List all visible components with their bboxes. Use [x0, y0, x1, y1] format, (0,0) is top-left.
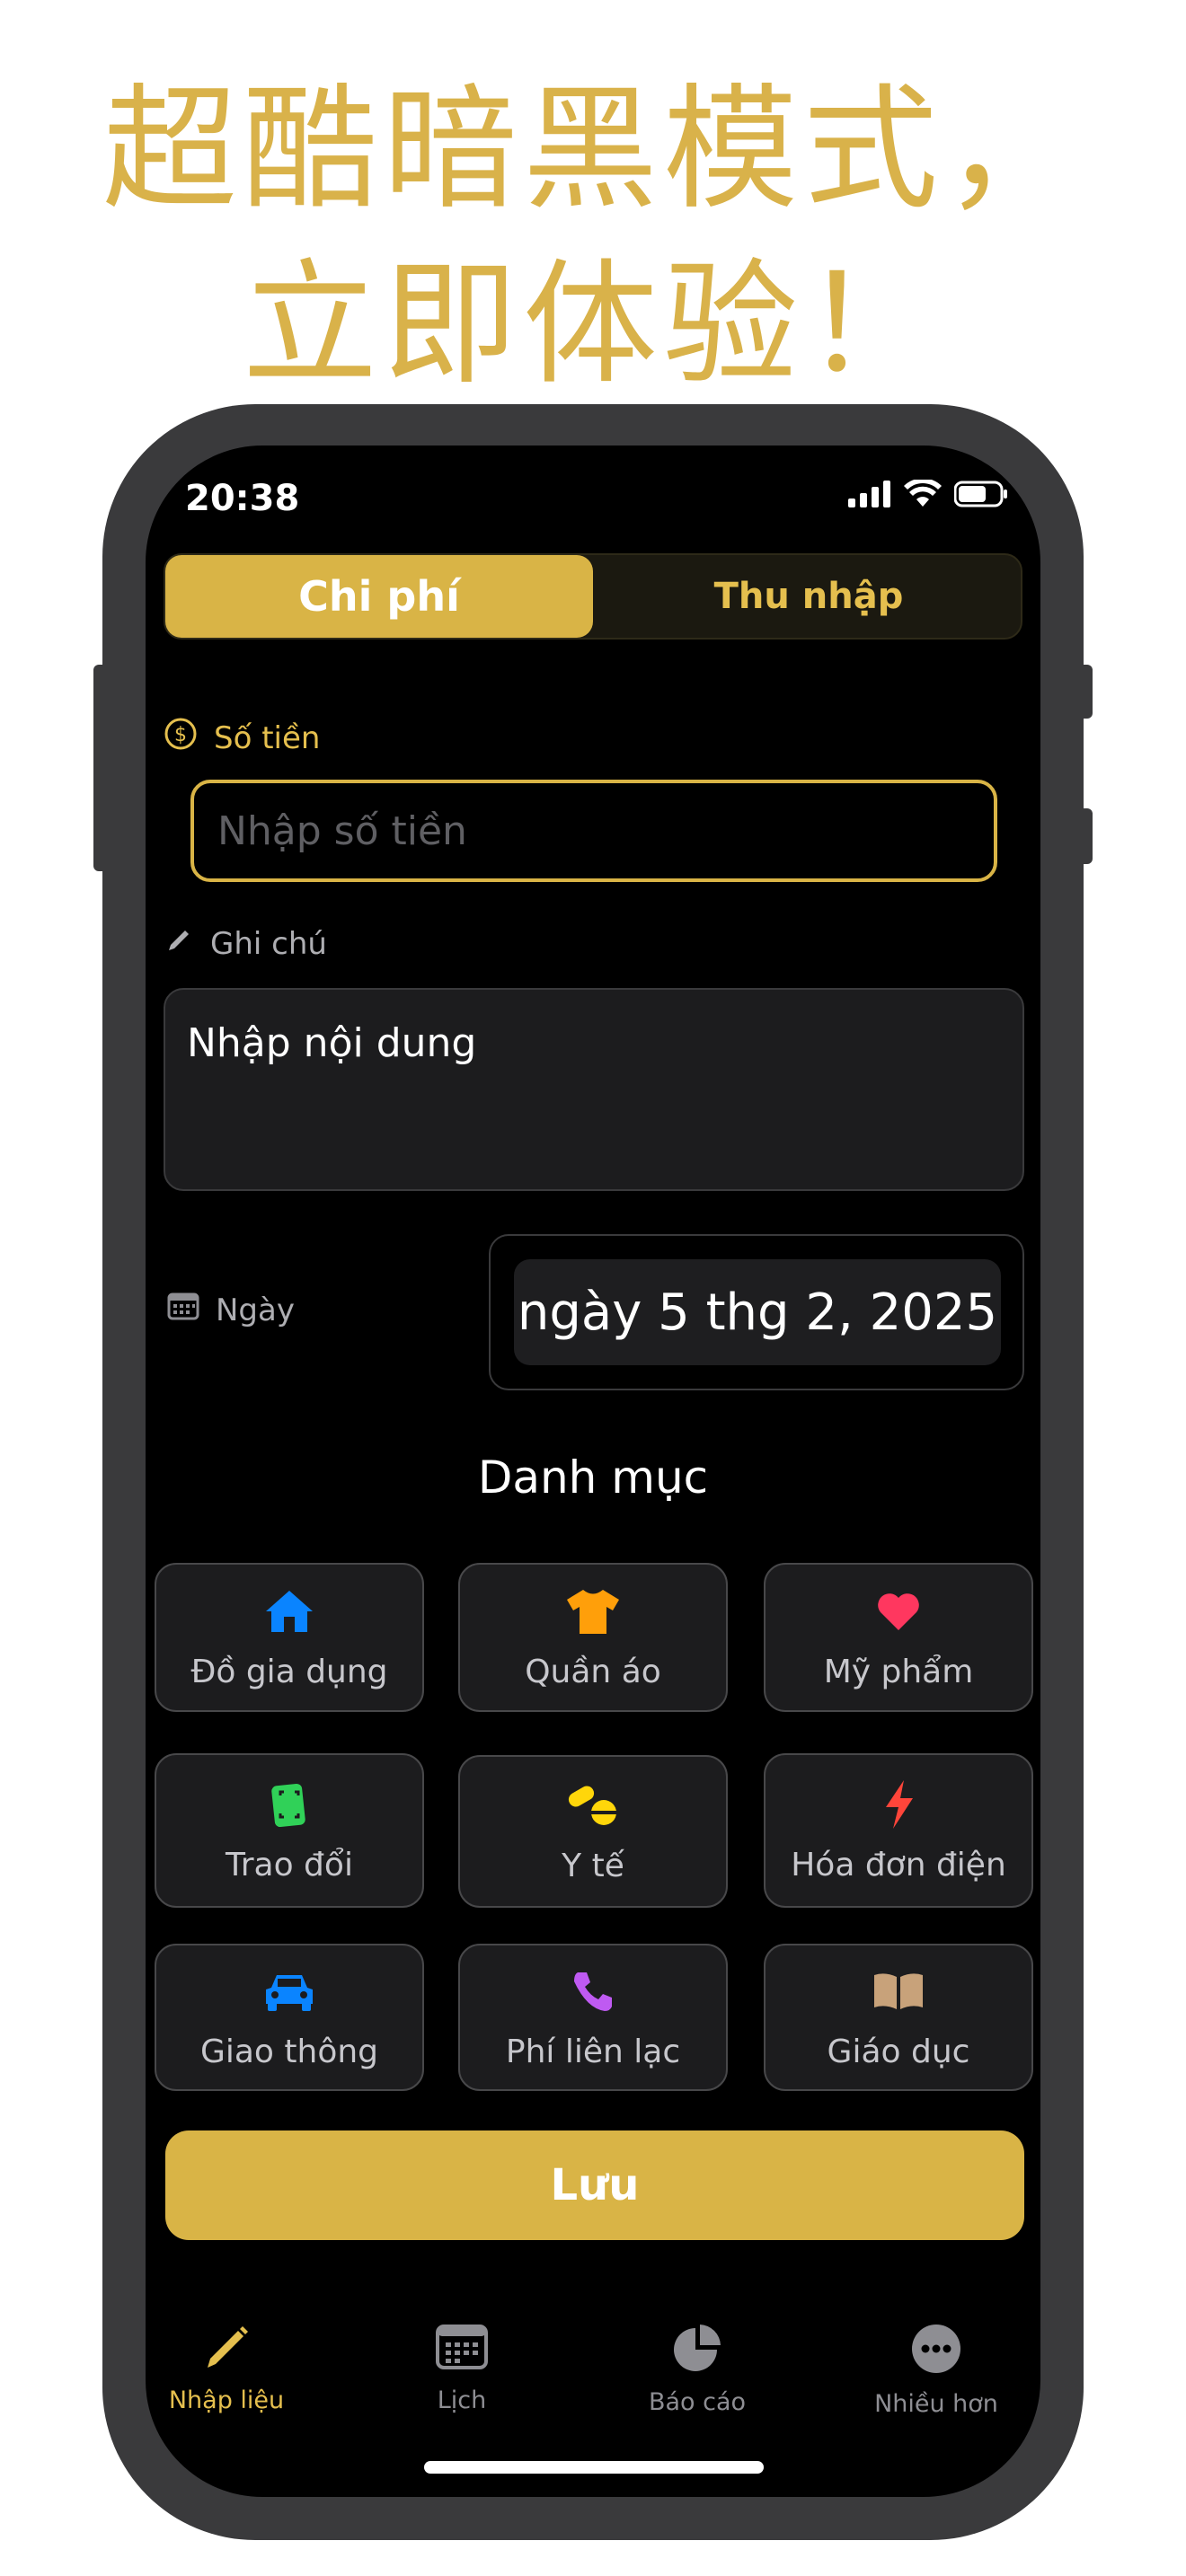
tab-expense[interactable]: Chi phí — [165, 555, 593, 638]
tab-label: Lịch — [437, 2386, 487, 2414]
category-cosmetics[interactable]: Mỹ phẩm — [764, 1563, 1033, 1712]
category-clothes[interactable]: Quần áo — [458, 1563, 728, 1712]
headline-line-1: 超酷暗黑模式， — [102, 72, 1084, 228]
signal-icon — [848, 481, 891, 511]
category-electric-bill[interactable]: Hóa đơn điện — [764, 1753, 1033, 1908]
category-communication[interactable]: Phí liên lạc — [458, 1944, 728, 2091]
date-picker-container: ngày 5 thg 2, 2025 — [489, 1234, 1024, 1390]
category-label: Hóa đơn điện — [791, 1846, 1006, 1883]
categories-title: Danh mục — [477, 1451, 709, 1504]
category-label: Đồ gia dụng — [190, 1653, 388, 1690]
tab-more[interactable]: Nhiều hơn — [855, 2323, 1017, 2418]
category-label: Mỹ phẩm — [823, 1653, 974, 1690]
bolt-icon — [881, 1778, 916, 1831]
category-label: Y tế — [562, 1847, 624, 1884]
note-label: Ghi chú — [210, 925, 327, 962]
tab-label: Báo cáo — [648, 2388, 747, 2416]
more-icon — [910, 2323, 962, 2381]
exchange-icon — [270, 1778, 309, 1831]
book-icon — [872, 1965, 925, 2017]
category-label: Giao thông — [199, 2033, 379, 2070]
type-segmented-control: Chi phí Thu nhập — [164, 553, 1022, 640]
amount-input[interactable]: Nhập số tiền — [190, 780, 997, 882]
house-icon — [263, 1585, 315, 1637]
calendar-icon — [436, 2323, 488, 2378]
heart-icon — [876, 1585, 921, 1637]
category-label: Phí liên lạc — [505, 2033, 681, 2070]
pencil-icon — [202, 2323, 251, 2378]
save-button[interactable]: Lưu — [165, 2130, 1024, 2240]
amount-label: Số tiền — [214, 719, 321, 756]
category-transport[interactable]: Giao thông — [155, 1944, 424, 2091]
status-icons — [848, 478, 1008, 512]
category-label: Trao đổi — [226, 1846, 353, 1883]
headline-line-2: 立即体验！ — [242, 247, 943, 403]
pills-icon — [566, 1779, 620, 1831]
note-input[interactable]: Nhập nội dung — [164, 988, 1024, 1191]
status-time: 20:38 — [185, 478, 300, 519]
category-exchange[interactable]: Trao đổi — [155, 1753, 424, 1908]
category-label: Giáo dục — [827, 2033, 970, 2070]
category-label: Quần áo — [525, 1653, 661, 1690]
date-label: Ngày — [216, 1292, 295, 1328]
pie-chart-icon — [672, 2323, 722, 2379]
category-household[interactable]: Đồ gia dụng — [155, 1563, 424, 1712]
note-label-row: Ghi chú — [165, 925, 327, 962]
tab-data-entry[interactable]: Nhập liệu — [146, 2323, 307, 2414]
dollar-circle-icon: $ — [164, 717, 198, 759]
car-icon — [262, 1965, 316, 2017]
tab-label: Nhiều hơn — [874, 2390, 998, 2418]
amount-label-row: $ Số tiền — [164, 717, 320, 759]
app-screen: 20:38 Chi phí Thu nhập $ Số tiền Nhập số… — [146, 446, 1040, 2497]
date-label-row: Ngày — [167, 1292, 295, 1328]
date-picker[interactable]: ngày 5 thg 2, 2025 — [514, 1259, 1001, 1365]
category-education[interactable]: Giáo dục — [764, 1944, 1033, 2091]
tshirt-icon — [565, 1585, 621, 1637]
tab-income[interactable]: Thu nhập — [595, 555, 1022, 638]
tab-label: Nhập liệu — [168, 2386, 285, 2414]
pencil-icon — [165, 925, 194, 962]
tab-reports[interactable]: Báo cáo — [616, 2323, 778, 2416]
svg-text:$: $ — [174, 724, 187, 746]
battery-icon — [953, 481, 1008, 511]
tab-calendar[interactable]: Lịch — [381, 2323, 543, 2414]
calendar-icon — [167, 1292, 199, 1328]
phone-icon — [571, 1965, 615, 2017]
home-indicator[interactable] — [424, 2461, 764, 2474]
wifi-icon — [904, 478, 942, 512]
category-medical[interactable]: Y tế — [458, 1755, 728, 1908]
